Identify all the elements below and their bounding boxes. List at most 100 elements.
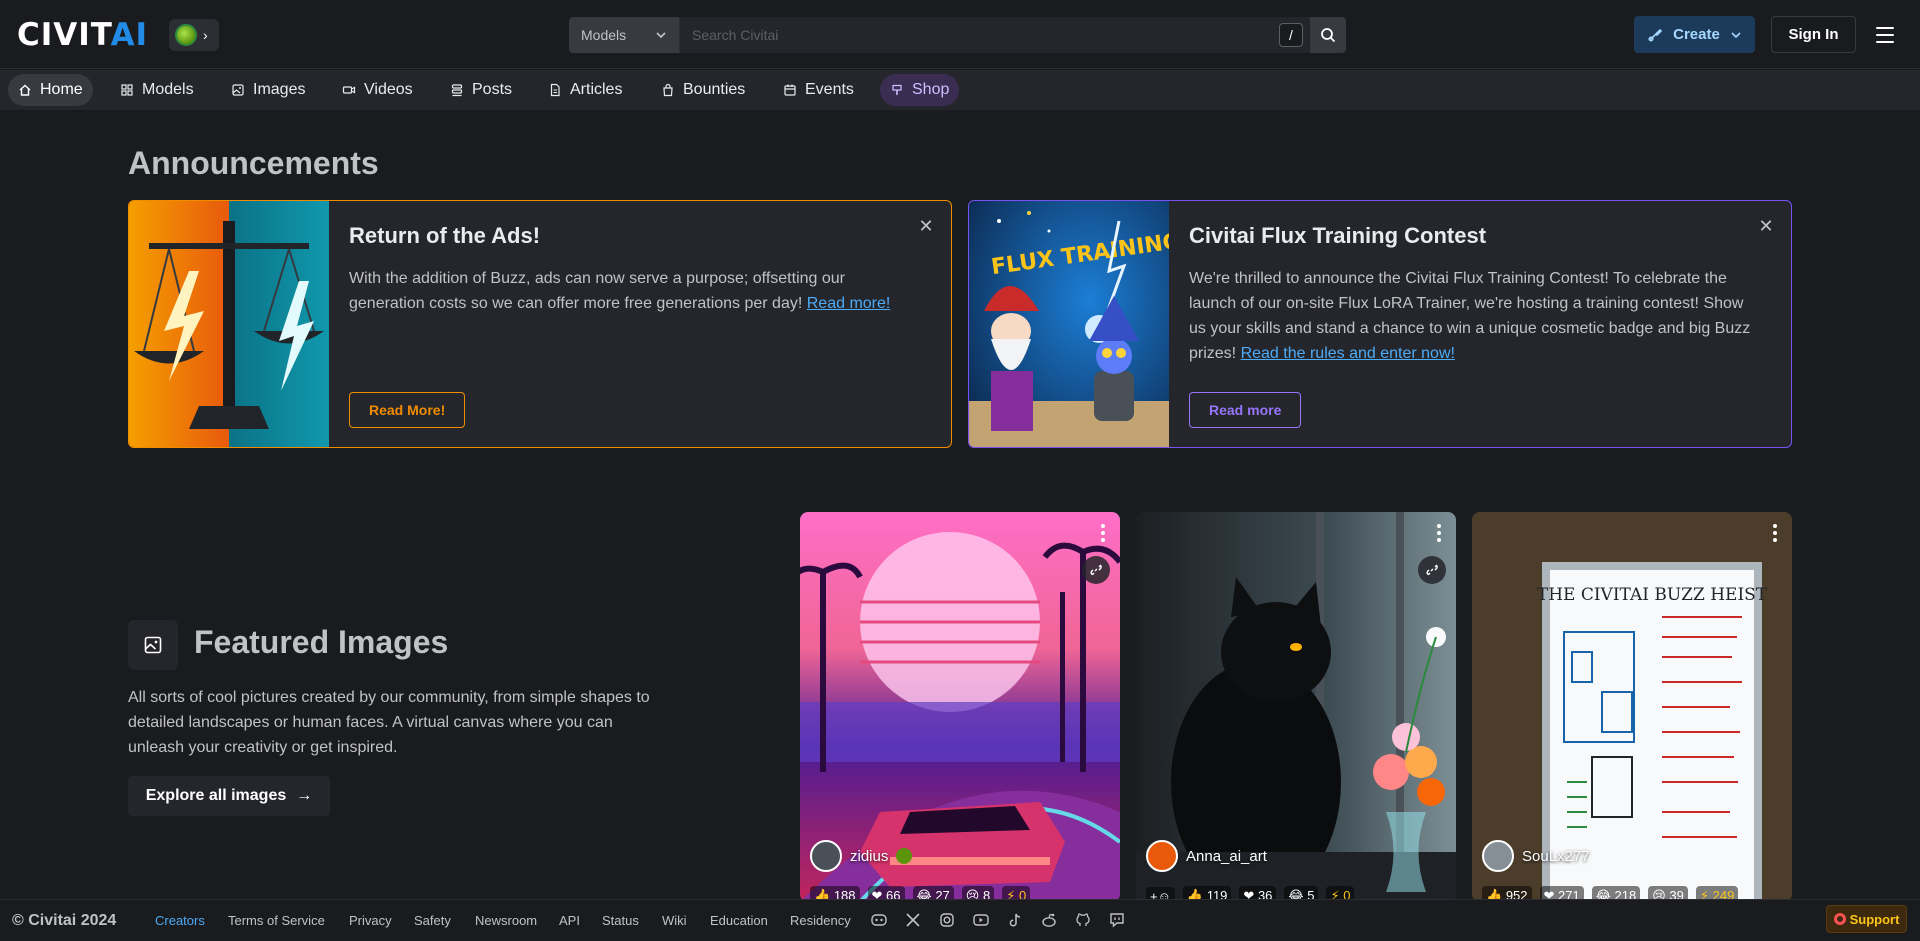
scales-image — [129, 201, 329, 447]
announcement-title: Return of the Ads! — [349, 223, 541, 248]
nav-item-shop[interactable]: Shop — [880, 74, 960, 106]
footer-link-residency[interactable]: Residency — [790, 913, 851, 928]
footer-link-wiki[interactable]: Wiki — [662, 913, 687, 928]
read-rules-link[interactable]: Read the rules and enter now! — [1241, 345, 1455, 362]
x-twitter-icon[interactable] — [904, 911, 922, 929]
nav-label: Models — [142, 81, 194, 98]
card-menu-icon[interactable] — [1100, 524, 1106, 542]
brand-switcher[interactable]: › — [169, 19, 219, 51]
image-card[interactable]: zidius 👍 188 ❤ 66 😂 27 😢 8 ⚡ 0 — [800, 512, 1120, 902]
author-name: SouLx277 — [1522, 847, 1590, 865]
top-header: CIVITAI › Models / Create Sign In — [0, 0, 1920, 69]
footer: © Civitai 2024 Creators Terms of Service… — [0, 899, 1920, 941]
avatar — [1146, 840, 1178, 872]
read-more-link[interactable]: Read more! — [807, 295, 891, 312]
photo-icon — [128, 620, 178, 670]
brush-icon — [1648, 28, 1663, 41]
flux-training-image: FLUX TRAINING — [969, 201, 1169, 447]
close-icon[interactable]: ✕ — [915, 215, 937, 237]
announcement-card-ads: Return of the Ads! With the addition of … — [128, 200, 952, 448]
nav-item-articles[interactable]: Articles — [538, 74, 632, 106]
nav-item-events[interactable]: Events — [773, 74, 864, 106]
tiktok-icon[interactable] — [1006, 911, 1024, 929]
chevron-down-icon — [656, 32, 666, 39]
gem-icon — [175, 24, 197, 46]
paint-icon — [892, 84, 902, 95]
footer-link-api[interactable]: API — [559, 913, 580, 928]
footer-link-safety[interactable]: Safety — [414, 913, 451, 928]
nav-item-bounties[interactable]: Bounties — [651, 74, 755, 106]
chevron-down-icon — [1731, 31, 1741, 38]
announcement-text: With the addition of Buzz, ads can now s… — [349, 270, 891, 312]
search-icon — [1321, 28, 1336, 43]
nav-label: Posts — [472, 81, 513, 98]
close-icon[interactable]: ✕ — [1755, 215, 1777, 237]
nav-label: Images — [253, 81, 306, 98]
announcement-title: Civitai Flux Training Contest — [1189, 223, 1487, 248]
announcement-card-flux-contest: FLUX TRAINING Civitai Flux Training Cont… — [968, 200, 1792, 448]
nav-label: Articles — [570, 81, 623, 98]
badge-icon — [896, 848, 913, 864]
youtube-icon[interactable] — [972, 911, 990, 929]
author-name: Anna_ai_art — [1186, 847, 1267, 865]
featured-images-description: All sorts of cool pictures created by ou… — [128, 689, 650, 756]
explore-all-images-button[interactable]: Explore all images → — [128, 776, 330, 816]
github-icon[interactable] — [1074, 911, 1092, 929]
footer-link-education[interactable]: Education — [710, 913, 768, 928]
announcement-text: We're thrilled to announce the Civitai F… — [1189, 270, 1751, 362]
card-author[interactable]: Anna_ai_art — [1146, 840, 1267, 872]
sign-in-button[interactable]: Sign In — [1771, 16, 1856, 53]
card-menu-icon[interactable] — [1772, 524, 1778, 542]
read-more-button[interactable]: Read more — [1189, 392, 1302, 428]
video-icon — [342, 86, 356, 94]
footer-link-creators[interactable]: Creators — [155, 913, 205, 928]
arrow-right-icon: → — [296, 787, 313, 804]
author-name: zidius — [850, 847, 889, 865]
file-text-icon — [550, 83, 560, 97]
card-author[interactable]: zidius — [810, 840, 913, 872]
hamburger-menu-icon[interactable] — [1872, 22, 1898, 48]
reddit-icon[interactable] — [1040, 911, 1058, 929]
nav-label: Bounties — [683, 81, 746, 98]
nav-item-videos[interactable]: Videos — [332, 74, 423, 106]
read-more-button[interactable]: Read More! — [349, 392, 466, 428]
footer-link-status[interactable]: Status — [602, 913, 639, 928]
link-icon[interactable] — [1418, 556, 1446, 584]
layers-icon — [451, 84, 463, 97]
main-nav: Home Models Images Videos Posts Articles… — [0, 70, 1920, 110]
grid-icon — [121, 84, 133, 96]
instagram-icon[interactable] — [938, 911, 956, 929]
chat-icon[interactable] — [1108, 911, 1126, 929]
calendar-icon — [784, 84, 796, 96]
footer-link-privacy[interactable]: Privacy — [349, 913, 392, 928]
card-menu-icon[interactable] — [1436, 524, 1442, 542]
support-button[interactable]: Support — [1826, 905, 1907, 933]
lifebuoy-icon — [1833, 913, 1846, 925]
footer-link-newsroom[interactable]: Newsroom — [475, 913, 537, 928]
search-type-value: Models — [581, 27, 627, 43]
nav-item-images[interactable]: Images — [221, 74, 315, 106]
civitai-logo[interactable]: CIVITAI — [17, 19, 148, 51]
create-button[interactable]: Create — [1634, 16, 1755, 53]
link-icon[interactable] — [1082, 556, 1110, 584]
card-author[interactable]: SouLx277 — [1482, 840, 1590, 872]
footer-link-terms[interactable]: Terms of Service — [228, 913, 325, 928]
avatar — [1482, 840, 1514, 872]
nav-item-home[interactable]: Home — [8, 74, 93, 106]
search-type-select[interactable]: Models — [569, 17, 680, 53]
image-card[interactable]: THE CIVITAI BUZZ HEIST SouLx277 👍 952 ❤ … — [1472, 512, 1792, 902]
search-shortcut-hint: / — [1279, 23, 1303, 47]
nav-label: Home — [40, 81, 83, 98]
support-label: Support — [1849, 911, 1900, 927]
nav-item-posts[interactable]: Posts — [440, 74, 522, 106]
nav-item-models[interactable]: Models — [110, 74, 204, 106]
image-card[interactable]: Anna_ai_art +☺ 👍 119 ❤ 36 😂 5 ⚡ 0 — [1136, 512, 1456, 902]
create-label: Create — [1673, 26, 1720, 43]
nav-label: Shop — [912, 81, 950, 98]
announcements-title: Announcements — [128, 145, 379, 181]
nav-label: Videos — [364, 81, 413, 98]
discord-icon[interactable] — [870, 911, 888, 929]
search-input[interactable] — [680, 17, 1310, 53]
featured-images-title: Featured Images — [194, 624, 449, 660]
search-button[interactable] — [1310, 17, 1346, 53]
